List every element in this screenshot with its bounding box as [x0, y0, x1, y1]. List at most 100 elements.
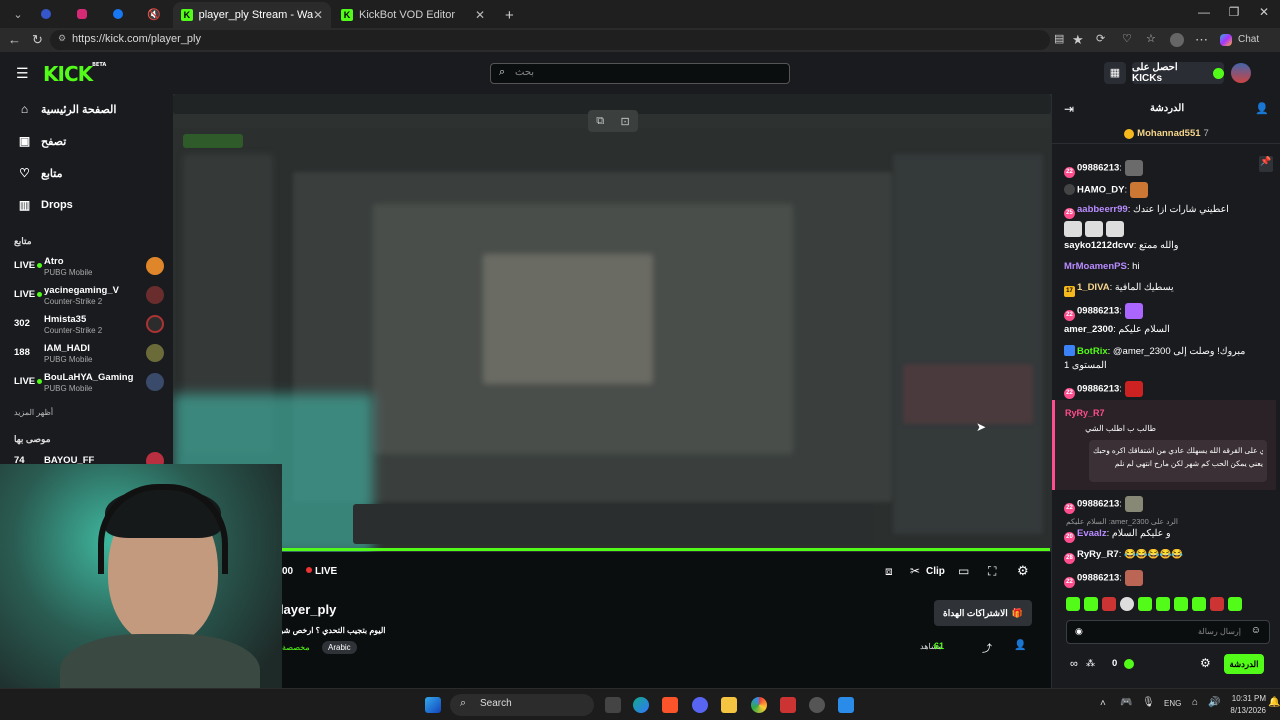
chat-settings-gear-icon[interactable]: ⚙ — [1200, 656, 1211, 670]
close-tab-icon[interactable]: ✕ — [475, 8, 485, 22]
favorite-star-icon[interactable]: ★ — [1072, 32, 1084, 48]
discord-icon[interactable] — [692, 697, 708, 713]
copilot-chat-label[interactable]: Chat — [1238, 34, 1259, 45]
clock-date[interactable]: 8/13/2026 — [1226, 706, 1266, 715]
emote-icon[interactable] — [1138, 597, 1152, 611]
site-info-icon[interactable]: ⚙ — [58, 33, 66, 44]
sidebar-item-drops[interactable]: ▥ Drops — [18, 198, 73, 212]
language-tag[interactable]: Arabic — [322, 641, 357, 654]
chat-username[interactable]: 09886213 — [1077, 306, 1119, 317]
notification-bell-icon[interactable]: 🔔 — [1268, 697, 1280, 708]
people-icon[interactable]: ⁂ — [1086, 658, 1095, 669]
pinned-tab-muted[interactable]: 🔇 — [138, 4, 170, 24]
sidebar-item-following[interactable]: ♡ متابع — [18, 166, 62, 180]
followed-channel[interactable]: LIVE Atro PUBG Mobile — [14, 256, 164, 283]
chat-username[interactable]: BotRix — [1077, 346, 1108, 357]
menu-hamburger-icon[interactable]: ☰ — [16, 65, 29, 82]
close-tab-icon[interactable]: ✕ — [313, 8, 323, 22]
chat-username[interactable]: RyRy_R7 — [1077, 549, 1119, 560]
tray-app-icon[interactable]: 🎮 — [1120, 697, 1132, 708]
edge-browser-icon[interactable] — [633, 697, 649, 713]
chat-username[interactable]: HAMO_DY — [1077, 185, 1125, 196]
clip-button[interactable]: Clip — [926, 566, 945, 577]
smiley-icon[interactable]: ☺ — [1251, 625, 1261, 636]
app-icon[interactable] — [780, 697, 796, 713]
reply-context[interactable]: السلام عليكم :amer_2300 الرد على — [1066, 517, 1178, 526]
chat-username[interactable]: 09886213 — [1077, 384, 1119, 395]
obs-icon[interactable] — [809, 697, 825, 713]
emote-picker-icon[interactable]: ◉ — [1075, 626, 1083, 637]
emote-icon[interactable] — [1156, 597, 1170, 611]
chat-username[interactable]: 09886213 — [1077, 573, 1119, 584]
extensions-icon[interactable]: ⟳ — [1096, 32, 1105, 45]
emote-icon[interactable] — [1084, 597, 1098, 611]
followed-channel[interactable]: LIVE yacinegaming_V Counter-Strike 2 — [14, 285, 164, 312]
back-icon[interactable]: ← — [8, 32, 21, 47]
microphone-icon[interactable]: 🎙 — [1142, 697, 1155, 708]
sidebar-item-browse[interactable]: ▣ تصفح — [18, 134, 66, 148]
chat-username[interactable]: Evaalz — [1077, 528, 1107, 539]
chat-options-icon[interactable]: ∞ — [1070, 658, 1078, 670]
browser-essentials-icon[interactable]: ♡ — [1122, 32, 1132, 45]
get-kicks-button[interactable]: احصل على KICKs — [1132, 62, 1224, 84]
sidebar-item-home[interactable]: ⌂ الصفحة الرئيسية — [18, 102, 117, 116]
emote-icon[interactable] — [1174, 597, 1188, 611]
pinned-tab-facebook[interactable] — [102, 4, 134, 24]
theater-mode-icon[interactable]: ▭ — [958, 564, 969, 578]
emote-icon[interactable] — [1102, 597, 1116, 611]
maximize-icon[interactable]: ❐ — [1217, 5, 1251, 19]
stop-share-icon[interactable]: ⊡ — [621, 115, 630, 128]
emote-icon[interactable] — [1210, 597, 1224, 611]
miniplayer-icon[interactable]: ⧈ — [885, 564, 893, 579]
copilot-icon[interactable] — [1220, 34, 1232, 46]
tray-chevron-icon[interactable]: ˄ — [1100, 698, 1106, 709]
refresh-icon[interactable]: ↻ — [32, 32, 43, 48]
chat-username[interactable]: 1_DIVA — [1077, 282, 1110, 293]
pinned-tab-1[interactable] — [30, 4, 62, 24]
chat-username[interactable]: 09886213 — [1077, 163, 1119, 174]
followed-channel[interactable]: LIVE BouLaHYA_Gaming PUBG Mobile — [14, 372, 164, 399]
gift-subs-button[interactable]: الاشتراكات الهداة 🎁 — [934, 600, 1032, 626]
chrome-icon[interactable] — [751, 697, 767, 713]
url-field[interactable]: ⚙ https://kick.com/player_ply — [50, 30, 1050, 50]
stream-video[interactable]: ⧉ ⊡ ➤ — [173, 94, 1051, 552]
brave-icon[interactable] — [662, 697, 678, 713]
favorites-icon[interactable]: ☆ — [1146, 32, 1156, 45]
highlight-username[interactable]: RyRy_R7 — [1065, 408, 1105, 418]
profile-avatar[interactable] — [1170, 33, 1184, 47]
volume-icon[interactable]: 🔊 — [1208, 697, 1220, 708]
language-indicator[interactable]: ENG — [1164, 699, 1181, 708]
show-more-link[interactable]: أظهر المزيد — [14, 408, 53, 417]
dashboard-icon[interactable]: ▦ — [1104, 62, 1126, 84]
close-window-icon[interactable]: ✕ — [1247, 5, 1280, 19]
chat-username[interactable]: sayko1212dcvv — [1064, 240, 1134, 251]
chat-username[interactable]: aabbeerr99 — [1077, 204, 1128, 215]
emote-icon[interactable] — [1066, 597, 1080, 611]
start-windows-icon[interactable] — [425, 697, 441, 713]
new-tab-button[interactable]: + — [497, 2, 517, 28]
network-icon[interactable]: ⌂ — [1192, 697, 1198, 708]
file-explorer-icon[interactable] — [721, 697, 737, 713]
follow-user-icon[interactable]: 👤 — [1014, 640, 1026, 651]
chat-username[interactable]: 09886213 — [1077, 499, 1119, 510]
emote-icon[interactable] — [1228, 597, 1242, 611]
emote-icon[interactable] — [1192, 597, 1206, 611]
tab-kick-stream[interactable]: K player_ply Stream - Watch Live on Kick… — [173, 2, 331, 28]
chat-users-icon[interactable]: 👤 — [1255, 102, 1269, 115]
stream-category-link[interactable]: مخصصة — [282, 643, 310, 652]
reader-mode-icon[interactable]: ▤ — [1054, 32, 1064, 45]
kick-logo[interactable]: KICKBETA — [43, 62, 106, 86]
chat-input[interactable]: ◉ إرسال رسالة ☺ — [1066, 620, 1270, 644]
screen-share-controls[interactable]: ⧉ ⊡ — [588, 110, 638, 132]
followed-channel[interactable]: 302 Hmista35 Counter-Strike 2 — [14, 314, 164, 341]
capture-icon[interactable]: ⧉ — [596, 115, 604, 128]
fullscreen-icon[interactable]: ⛶ — [988, 564, 996, 579]
more-options-icon[interactable]: ⋯ — [1195, 32, 1208, 48]
settings-gear-icon[interactable]: ⚙ — [1017, 563, 1029, 579]
share-icon[interactable]: ⤴ — [982, 640, 992, 655]
send-chat-button[interactable]: الدردشة — [1224, 654, 1264, 674]
emote-icon[interactable] — [1120, 597, 1134, 611]
minimize-icon[interactable]: — — [1187, 5, 1221, 19]
task-view-icon[interactable] — [605, 697, 621, 713]
chat-username[interactable]: amer_2300 — [1064, 324, 1113, 335]
